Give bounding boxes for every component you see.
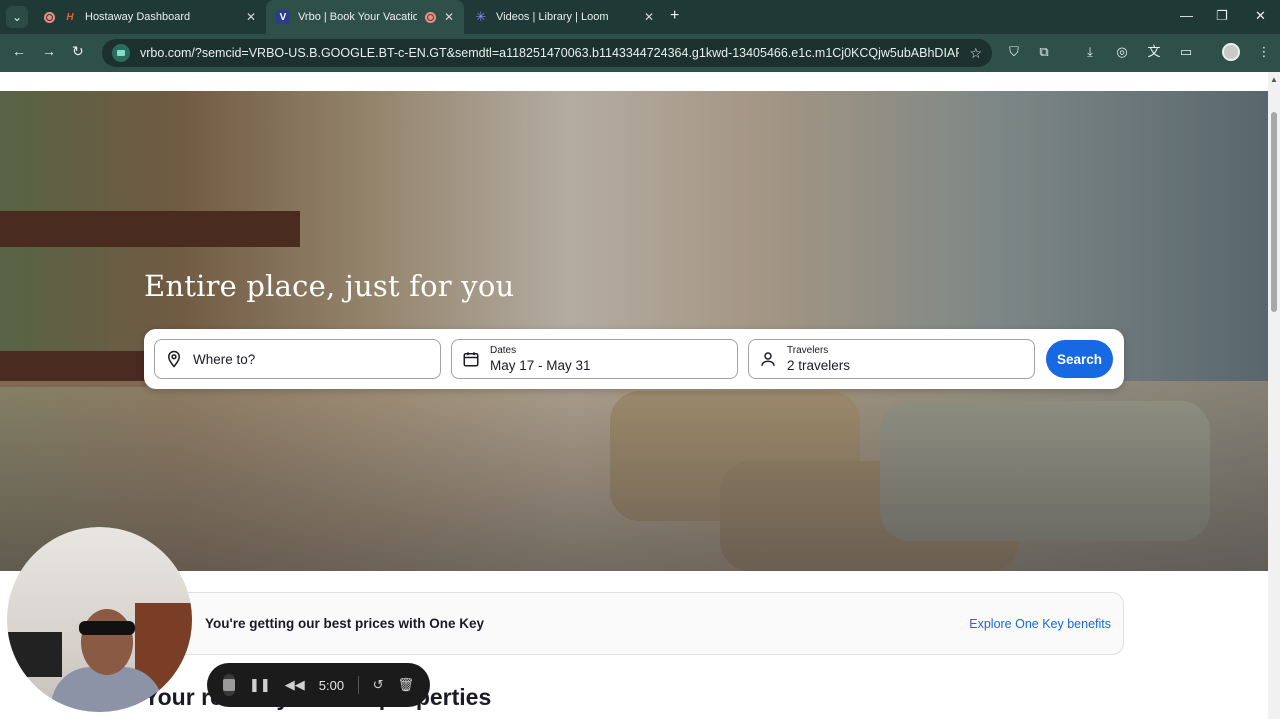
recording-icon xyxy=(424,11,436,23)
recording-timer: 5:00 xyxy=(318,677,345,693)
reload-icon[interactable]: ↻ xyxy=(72,43,84,60)
browser-toolbar: ← → ↻ vrbo.com/?semcid=VRBO-US.B.GOOGLE.… xyxy=(0,34,1280,72)
search-button[interactable]: Search xyxy=(1046,340,1113,378)
trash-icon[interactable]: 🗑 xyxy=(397,677,414,693)
reading-mode-icon[interactable]: ▭ xyxy=(1178,44,1194,60)
window-close-icon[interactable]: ✕ xyxy=(1255,8,1266,24)
loom-camera-bubble[interactable] xyxy=(7,527,192,712)
close-icon[interactable]: ✕ xyxy=(246,10,256,24)
close-icon[interactable]: ✕ xyxy=(644,10,654,24)
tab-title: Hostaway Dashboard xyxy=(85,11,191,23)
close-icon[interactable]: ✕ xyxy=(444,10,454,24)
dates-label: Dates xyxy=(490,345,517,356)
site-info-icon[interactable] xyxy=(112,44,130,62)
download-icon[interactable]: ⤓ xyxy=(1082,44,1098,60)
explore-onekey-link[interactable]: Explore One Key benefits xyxy=(969,617,1111,631)
tab-loom[interactable]: ✳ Videos | Library | Loom ✕ xyxy=(464,0,664,34)
restart-icon[interactable]: ↺ xyxy=(373,677,384,693)
onekey-banner: You're getting our best prices with One … xyxy=(144,592,1124,655)
profile-avatar[interactable] xyxy=(1222,43,1240,61)
tab-search-chevron-icon[interactable]: ⌄ xyxy=(6,6,28,28)
translate-icon[interactable]: 文 xyxy=(1146,44,1162,60)
pause-icon[interactable]: ❚❚ xyxy=(249,677,271,693)
tab-title: Videos | Library | Loom xyxy=(496,11,609,23)
vrbo-favicon-icon: V xyxy=(276,10,290,24)
travelers-value: 2 travelers xyxy=(787,358,851,373)
tab-vrbo[interactable]: V Vrbo | Book Your Vacation ✕ xyxy=(266,0,464,34)
onekey-message: You're getting our best prices with One … xyxy=(205,616,485,631)
address-bar[interactable]: vrbo.com/?semcid=VRBO-US.B.GOOGLE.BT-c-E… xyxy=(102,39,992,67)
destination-placeholder: Where to? xyxy=(193,351,256,367)
kebab-menu-icon[interactable]: ⋮ xyxy=(1256,44,1272,60)
hero-title: Entire place, just for you xyxy=(144,269,515,303)
destination-input[interactable]: Where to? xyxy=(154,339,441,379)
stop-recording-icon[interactable] xyxy=(223,674,235,696)
tab-title: Vrbo | Book Your Vacation xyxy=(298,11,417,23)
minimize-icon[interactable]: — xyxy=(1180,8,1193,23)
restore-icon[interactable]: ❐ xyxy=(1216,8,1228,24)
calendar-icon xyxy=(463,352,479,367)
scrollbar-thumb[interactable] xyxy=(1271,112,1277,312)
person-icon xyxy=(761,352,775,366)
scroll-up-icon[interactable]: ▲ xyxy=(1270,75,1278,84)
loom-favicon-icon: ✳ xyxy=(475,9,487,24)
search-form: Where to? Dates May 17 - May 31 Traveler… xyxy=(144,329,1124,389)
rewind-icon[interactable]: ◀◀ xyxy=(285,677,305,693)
recording-icon xyxy=(44,11,55,23)
browser-window: ⌄ H Hostaway Dashboard ✕ V Vrbo | Book Y… xyxy=(0,0,1280,719)
extensions-puzzle-icon[interactable]: ⧉ xyxy=(1036,44,1052,60)
forward-arrow-icon[interactable]: → xyxy=(42,43,56,59)
tab-strip: ⌄ H Hostaway Dashboard ✕ V Vrbo | Book Y… xyxy=(0,0,1280,34)
dates-field[interactable]: Dates May 17 - May 31 xyxy=(451,339,738,379)
travelers-field[interactable]: Travelers 2 travelers xyxy=(748,339,1035,379)
travelers-label: Travelers xyxy=(787,345,829,356)
loom-recording-controls: ❚❚ ◀◀ 5:00 ↺ 🗑 xyxy=(207,663,430,707)
bookmark-star-icon[interactable]: ☆ xyxy=(969,45,982,62)
hostaway-favicon-icon: H xyxy=(66,11,74,23)
tab-hostaway[interactable]: H Hostaway Dashboard ✕ xyxy=(34,0,266,34)
dates-value: May 17 - May 31 xyxy=(490,358,591,373)
new-tab-plus-icon[interactable]: + xyxy=(670,7,679,25)
url-text[interactable]: vrbo.com/?semcid=VRBO-US.B.GOOGLE.BT-c-E… xyxy=(140,46,959,60)
page-scrollbar[interactable]: ▲ xyxy=(1268,72,1280,719)
location-pin-icon xyxy=(167,350,181,368)
screenshot-icon[interactable]: ◎ xyxy=(1114,44,1130,60)
back-arrow-icon[interactable]: ← xyxy=(12,43,26,59)
shield-extension-icon[interactable]: ⛉ xyxy=(1006,44,1022,60)
